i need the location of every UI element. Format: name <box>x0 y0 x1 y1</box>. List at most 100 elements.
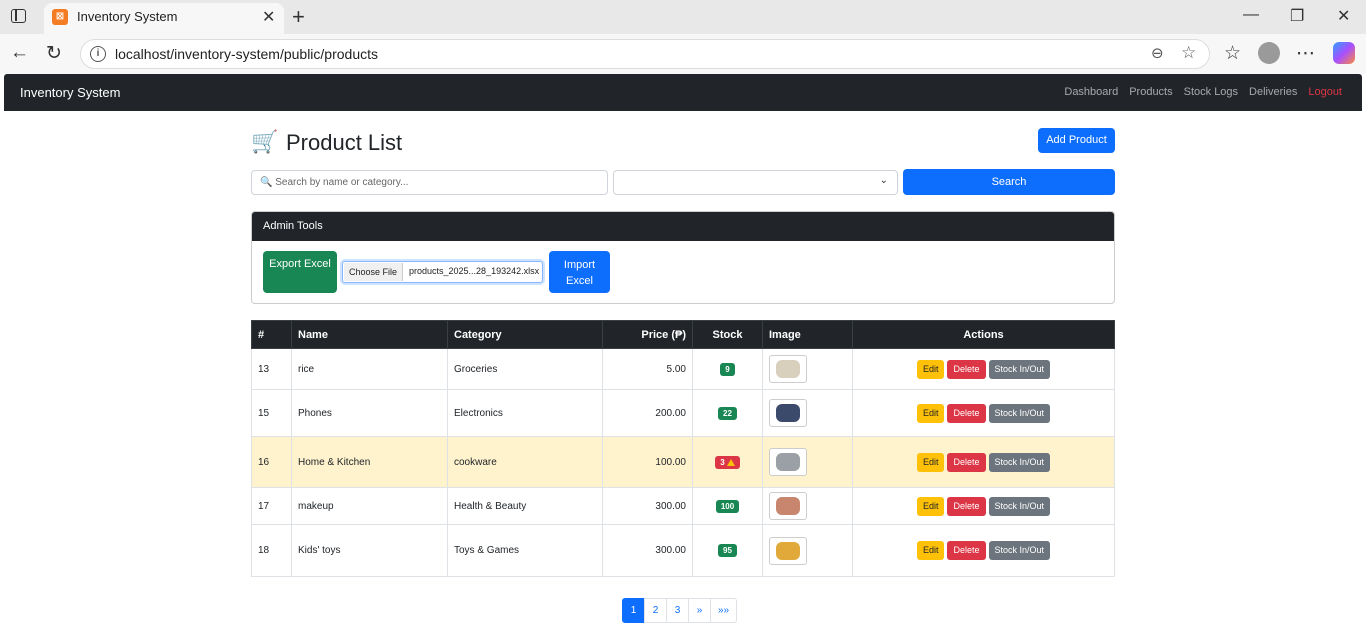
stock-value: 3 <box>720 457 725 467</box>
xampp-favicon-icon: ⊠ <box>52 9 68 25</box>
nav-logout[interactable]: Logout <box>1308 86 1342 98</box>
add-product-button[interactable]: Add Product <box>1038 128 1115 153</box>
cell-stock: 3 <box>692 436 763 488</box>
browser-tab[interactable]: ⊠ Inventory System ✕ <box>44 3 284 34</box>
reload-icon[interactable]: ↻ <box>46 42 62 65</box>
product-thumbnail[interactable] <box>769 448 807 476</box>
cell-price: 300.00 <box>602 487 693 525</box>
file-input[interactable]: Choose File products_2025...28_193242.xl… <box>342 261 543 283</box>
window-close-icon[interactable]: ✕ <box>1337 6 1350 26</box>
favorites-icon[interactable]: ☆ <box>1224 42 1241 65</box>
product-image <box>776 404 800 422</box>
page-2[interactable]: 2 <box>644 598 667 623</box>
stock-in-out-button[interactable]: Stock In/Out <box>988 359 1051 379</box>
zoom-icon[interactable]: ⊖ <box>1151 44 1164 62</box>
page-last[interactable]: »» <box>710 598 738 623</box>
navbar-brand[interactable]: Inventory System <box>20 85 120 100</box>
stock-badge: 3 <box>715 455 740 469</box>
product-thumbnail[interactable] <box>769 492 807 520</box>
cell-name: Kids' toys <box>291 524 448 577</box>
tab-close-icon[interactable]: ✕ <box>262 7 275 27</box>
favorite-star-icon[interactable]: ☆ <box>1181 43 1196 63</box>
copilot-icon[interactable] <box>1333 42 1355 64</box>
cell-category: Health & Beauty <box>447 487 603 525</box>
delete-button[interactable]: Delete <box>947 403 986 423</box>
stock-in-out-button[interactable]: Stock In/Out <box>988 452 1051 472</box>
col-header-stock: Stock <box>692 320 763 349</box>
cell-category: Electronics <box>447 389 603 437</box>
category-select[interactable]: ⌄ <box>613 170 898 195</box>
url-text[interactable]: localhost/inventory-system/public/produc… <box>115 46 378 62</box>
delete-button[interactable]: Delete <box>947 452 986 472</box>
page-3[interactable]: 3 <box>666 598 689 623</box>
edit-button[interactable]: Edit <box>916 452 945 472</box>
page-next[interactable]: » <box>688 598 711 623</box>
stock-in-out-button[interactable]: Stock In/Out <box>988 496 1051 516</box>
delete-button[interactable]: Delete <box>947 496 986 516</box>
stock-in-out-button[interactable]: Stock In/Out <box>988 541 1051 560</box>
nav-products[interactable]: Products <box>1129 86 1172 98</box>
cell-name: makeup <box>291 487 448 525</box>
tab-actions-icon[interactable] <box>11 9 26 23</box>
cell-id: 18 <box>251 524 292 577</box>
restore-icon[interactable]: ❐ <box>1290 6 1304 26</box>
stock-value: 95 <box>723 546 732 555</box>
table-row: 15 Phones Electronics 200.00 22 Edit Delete Sto… <box>251 389 1115 437</box>
stock-value: 100 <box>720 501 735 511</box>
cell-price: 200.00 <box>602 389 693 437</box>
edit-button[interactable]: Edit <box>916 359 945 379</box>
stock-value: 9 <box>725 364 730 374</box>
more-menu-icon[interactable]: ⋯ <box>1296 42 1315 65</box>
product-thumbnail[interactable] <box>769 355 807 383</box>
search-input[interactable]: 🔍 Search by name or category... <box>251 170 608 195</box>
table-row: 16 Home & Kitchen cookware 100.00 3 Edit Delet… <box>251 436 1115 488</box>
cell-image <box>762 487 853 525</box>
delete-button[interactable]: Delete <box>947 541 986 560</box>
minimize-icon[interactable]: — <box>1243 6 1259 24</box>
profile-avatar[interactable] <box>1258 42 1280 64</box>
cell-image <box>762 436 853 488</box>
nav-dashboard[interactable]: Dashboard <box>1064 86 1118 98</box>
product-thumbnail[interactable] <box>769 536 807 565</box>
cell-stock: 9 <box>692 348 763 390</box>
delete-button[interactable]: Delete <box>947 359 986 379</box>
import-excel-button[interactable]: Import Excel <box>549 251 610 293</box>
page-1[interactable]: 1 <box>622 598 645 623</box>
stock-badge: 100 <box>715 499 740 513</box>
col-header-image: Image <box>762 320 853 349</box>
products-table: # Name Category Price (₱) Stock Image Ac… <box>251 320 1115 577</box>
site-info-icon[interactable]: i <box>90 46 106 62</box>
url-field[interactable]: i localhost/inventory-system/public/prod… <box>80 39 1210 69</box>
table-row: 13 rice Groceries 5.00 9 Edit Delete Stock In/O… <box>251 348 1115 390</box>
app-navbar: Inventory System Dashboard Products Stoc… <box>4 74 1362 111</box>
stock-value: 22 <box>723 408 732 418</box>
edit-button[interactable]: Edit <box>916 496 945 516</box>
cell-image <box>762 524 853 577</box>
cell-price: 300.00 <box>602 524 693 577</box>
product-thumbnail[interactable] <box>769 399 807 427</box>
nav-stock-logs[interactable]: Stock Logs <box>1184 86 1238 98</box>
product-image <box>776 541 800 560</box>
cell-category: cookware <box>447 436 603 488</box>
back-icon[interactable]: ← <box>10 42 29 64</box>
stock-in-out-button[interactable]: Stock In/Out <box>988 403 1051 423</box>
stock-badge: 22 <box>718 406 737 420</box>
browser-tab-strip: ⊠ Inventory System ✕ + — ❐ ✕ <box>0 0 1366 34</box>
search-button[interactable]: Search <box>903 169 1115 195</box>
nav-deliveries[interactable]: Deliveries <box>1249 86 1297 98</box>
edit-button[interactable]: Edit <box>916 541 945 560</box>
cell-image <box>762 389 853 437</box>
choose-file-button[interactable]: Choose File <box>344 263 403 281</box>
new-tab-icon[interactable]: + <box>292 4 305 30</box>
edit-button[interactable]: Edit <box>916 403 945 423</box>
export-excel-button[interactable]: Export Excel <box>263 251 337 293</box>
cell-id: 16 <box>251 436 292 488</box>
cell-stock: 100 <box>692 487 763 525</box>
cell-stock: 95 <box>692 524 763 577</box>
cell-actions: Edit Delete Stock In/Out <box>852 348 1115 390</box>
cell-name: Home & Kitchen <box>291 436 448 488</box>
cell-actions: Edit Delete Stock In/Out <box>852 436 1115 488</box>
cell-id: 15 <box>251 389 292 437</box>
cell-price: 100.00 <box>602 436 693 488</box>
cell-price: 5.00 <box>602 348 693 390</box>
